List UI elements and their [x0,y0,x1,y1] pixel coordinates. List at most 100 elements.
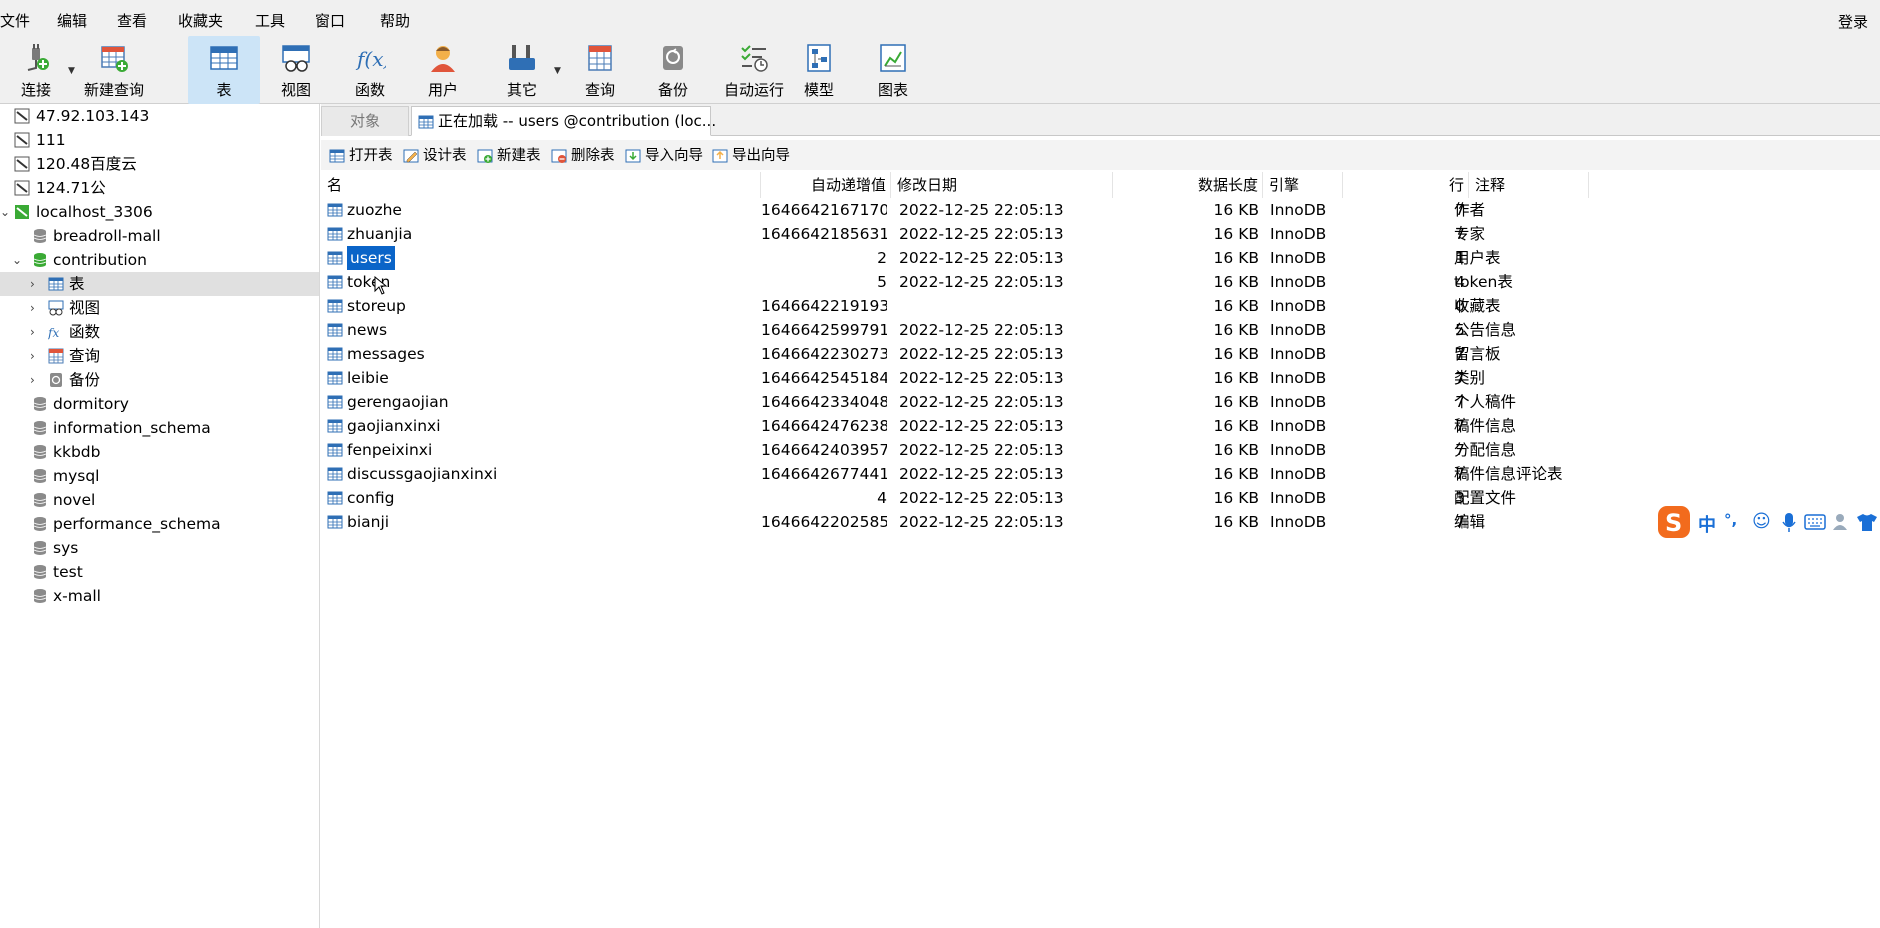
table-row[interactable]: gaojianxinxi 1646642476238 2022-12-25 22… [321,414,1880,438]
tree-database[interactable]: performance_schema [0,512,319,536]
auto-run-button[interactable]: 自动运行 [712,36,796,104]
query-button[interactable]: 查询 [568,36,632,104]
tree-connection-localhost[interactable]: ⌄ localhost_3306 [0,200,319,224]
comment: 稿件信息 [1454,417,1517,435]
tree-database[interactable]: breadroll-mall [0,224,319,248]
table-icon [418,115,434,129]
table-row[interactable]: discussgaojianxinxi 1646642677441 2022-1… [321,462,1880,486]
delete-table-button[interactable]: 删除表 [549,145,615,167]
tab-users-loading[interactable]: 正在加载 -- users @contribution (loc... [411,106,716,136]
tree-database[interactable]: sys [0,536,319,560]
open-table-button[interactable]: 打开表 [327,145,393,167]
ime-lang-toggle[interactable]: 中 [1698,511,1716,537]
table-row[interactable]: messages 1646642230273 2022-12-25 22:05:… [321,342,1880,366]
ime-toolbar[interactable]: S 中 °, ☺ [1656,502,1880,542]
tree-connection[interactable]: 120.48百度云 [0,152,319,176]
tree-views[interactable]: › 视图 [0,296,319,320]
table-row[interactable]: gerengaojian 1646642334048 2022-12-25 22… [321,390,1880,414]
new-query-button[interactable]: 新建查询 [80,36,148,104]
backup-button[interactable]: 备份 [642,36,704,104]
tree-connection[interactable]: 111 [0,128,319,152]
navigation-sidebar[interactable]: 47.92.103.143 111 120.48百度云 124.71公 ⌄ lo… [0,104,320,928]
table-row[interactable]: storeup 1646642219193 16 KB InnoDB 0 收藏表 [321,294,1880,318]
tree-database[interactable]: x-mall [0,584,319,608]
connect-button[interactable]: 连接 [12,36,60,104]
skin-icon[interactable] [1856,513,1878,531]
tree-database[interactable]: dormitory [0,392,319,416]
tree-connection[interactable]: 124.71公 [0,176,319,200]
auto-increment-value: 2 [877,249,887,267]
table-row[interactable]: zhuanjia 1646642185631 2022-12-25 22:05:… [321,222,1880,246]
table-row[interactable]: bianji 1646642202585 2022-12-25 22:05:13… [321,510,1880,534]
chevron-right-icon[interactable]: › [30,368,35,392]
connect-dropdown[interactable]: ▼ [66,36,78,104]
tab-objects[interactable]: 对象 [321,106,409,136]
auto-increment-value: 1646642403957 [761,441,887,459]
column-header-modified[interactable]: 修改日期 [891,172,1113,198]
view-button[interactable]: 视图 [266,36,326,104]
table-icon [327,251,343,265]
engine: InnoDB [1270,393,1327,411]
keyboard-icon[interactable] [1804,514,1826,530]
menu-edit[interactable]: 编辑 [57,11,87,31]
tree-database[interactable]: information_schema [0,416,319,440]
tree-database[interactable]: novel [0,488,319,512]
chevron-right-icon[interactable]: › [30,272,35,296]
microphone-icon[interactable] [1782,513,1796,533]
menu-view[interactable]: 查看 [117,11,147,31]
menu-file[interactable]: 文件 [0,11,30,31]
column-header-engine[interactable]: 引擎 [1263,172,1343,198]
tree-tables[interactable]: › 表 [0,272,319,296]
menu-tools[interactable]: 工具 [255,11,285,31]
user-center-icon[interactable] [1832,513,1852,531]
column-header-data-length[interactable]: 数据长度 [1113,172,1263,198]
tree-database[interactable]: test [0,560,319,584]
table-name: fenpeixinxi [347,441,433,459]
row-count: 7 [1455,225,1465,243]
database-icon [33,445,47,459]
connection-icon [14,108,30,124]
row-count: 4 [1455,273,1465,291]
table-row[interactable]: token 5 2022-12-25 22:05:13 16 KB InnoDB… [321,270,1880,294]
chevron-down-icon[interactable]: ⌄ [12,248,22,272]
chart-button[interactable]: 图表 [862,36,924,104]
column-header-name[interactable]: 名 [321,172,761,198]
ime-punct-toggle[interactable]: °, [1724,511,1737,529]
other-button[interactable]: 其它 [488,36,556,104]
tree-connection[interactable]: 47.92.103.143 [0,104,319,128]
table-row[interactable]: users 2 2022-12-25 22:05:13 16 KB InnoDB… [321,246,1880,270]
column-header-rows[interactable]: 行 [1343,172,1469,198]
table-row[interactable]: zuozhe 1646642167170 2022-12-25 22:05:13… [321,198,1880,222]
chevron-right-icon[interactable]: › [30,296,35,320]
tree-functions[interactable]: › fx 函数 [0,320,319,344]
other-dropdown[interactable]: ▼ [552,36,564,104]
design-table-button[interactable]: 设计表 [401,145,467,167]
menu-help[interactable]: 帮助 [380,11,410,31]
tree-backups[interactable]: › 备份 [0,368,319,392]
chevron-right-icon[interactable]: › [30,344,35,368]
table-button[interactable]: 表 [188,36,260,104]
tree-queries[interactable]: › 查询 [0,344,319,368]
emoji-icon[interactable]: ☺ [1752,511,1771,532]
import-wizard-button[interactable]: 导入向导 [623,145,703,167]
table-row[interactable]: fenpeixinxi 1646642403957 2022-12-25 22:… [321,438,1880,462]
column-header-comment[interactable]: 注释 [1469,172,1589,198]
tree-database[interactable]: kkbdb [0,440,319,464]
chevron-right-icon[interactable]: › [30,320,35,344]
table-row[interactable]: config 4 2022-12-25 22:05:13 16 KB InnoD… [321,486,1880,510]
menu-window[interactable]: 窗口 [315,11,345,31]
export-wizard-button[interactable]: 导出向导 [710,145,790,167]
user-button[interactable]: 用户 [412,36,474,104]
menu-favorites[interactable]: 收藏夹 [178,11,223,31]
tree-database-contribution[interactable]: ⌄ contribution [0,248,319,272]
column-header-auto-increment[interactable]: 自动递增值 [761,172,891,198]
login-link[interactable]: 登录 [1838,11,1868,32]
tree-database[interactable]: mysql [0,464,319,488]
table-row[interactable]: news 1646642599791 2022-12-25 22:05:13 1… [321,318,1880,342]
chevron-down-icon[interactable]: ⌄ [0,200,10,224]
function-button[interactable]: f(x) 函数 [340,36,400,104]
table-row[interactable]: leibie 1646642545184 2022-12-25 22:05:13… [321,366,1880,390]
data-length: 16 KB [1213,513,1259,531]
new-table-button[interactable]: 新建表 [475,145,541,167]
model-button[interactable]: 模型 [788,36,850,104]
